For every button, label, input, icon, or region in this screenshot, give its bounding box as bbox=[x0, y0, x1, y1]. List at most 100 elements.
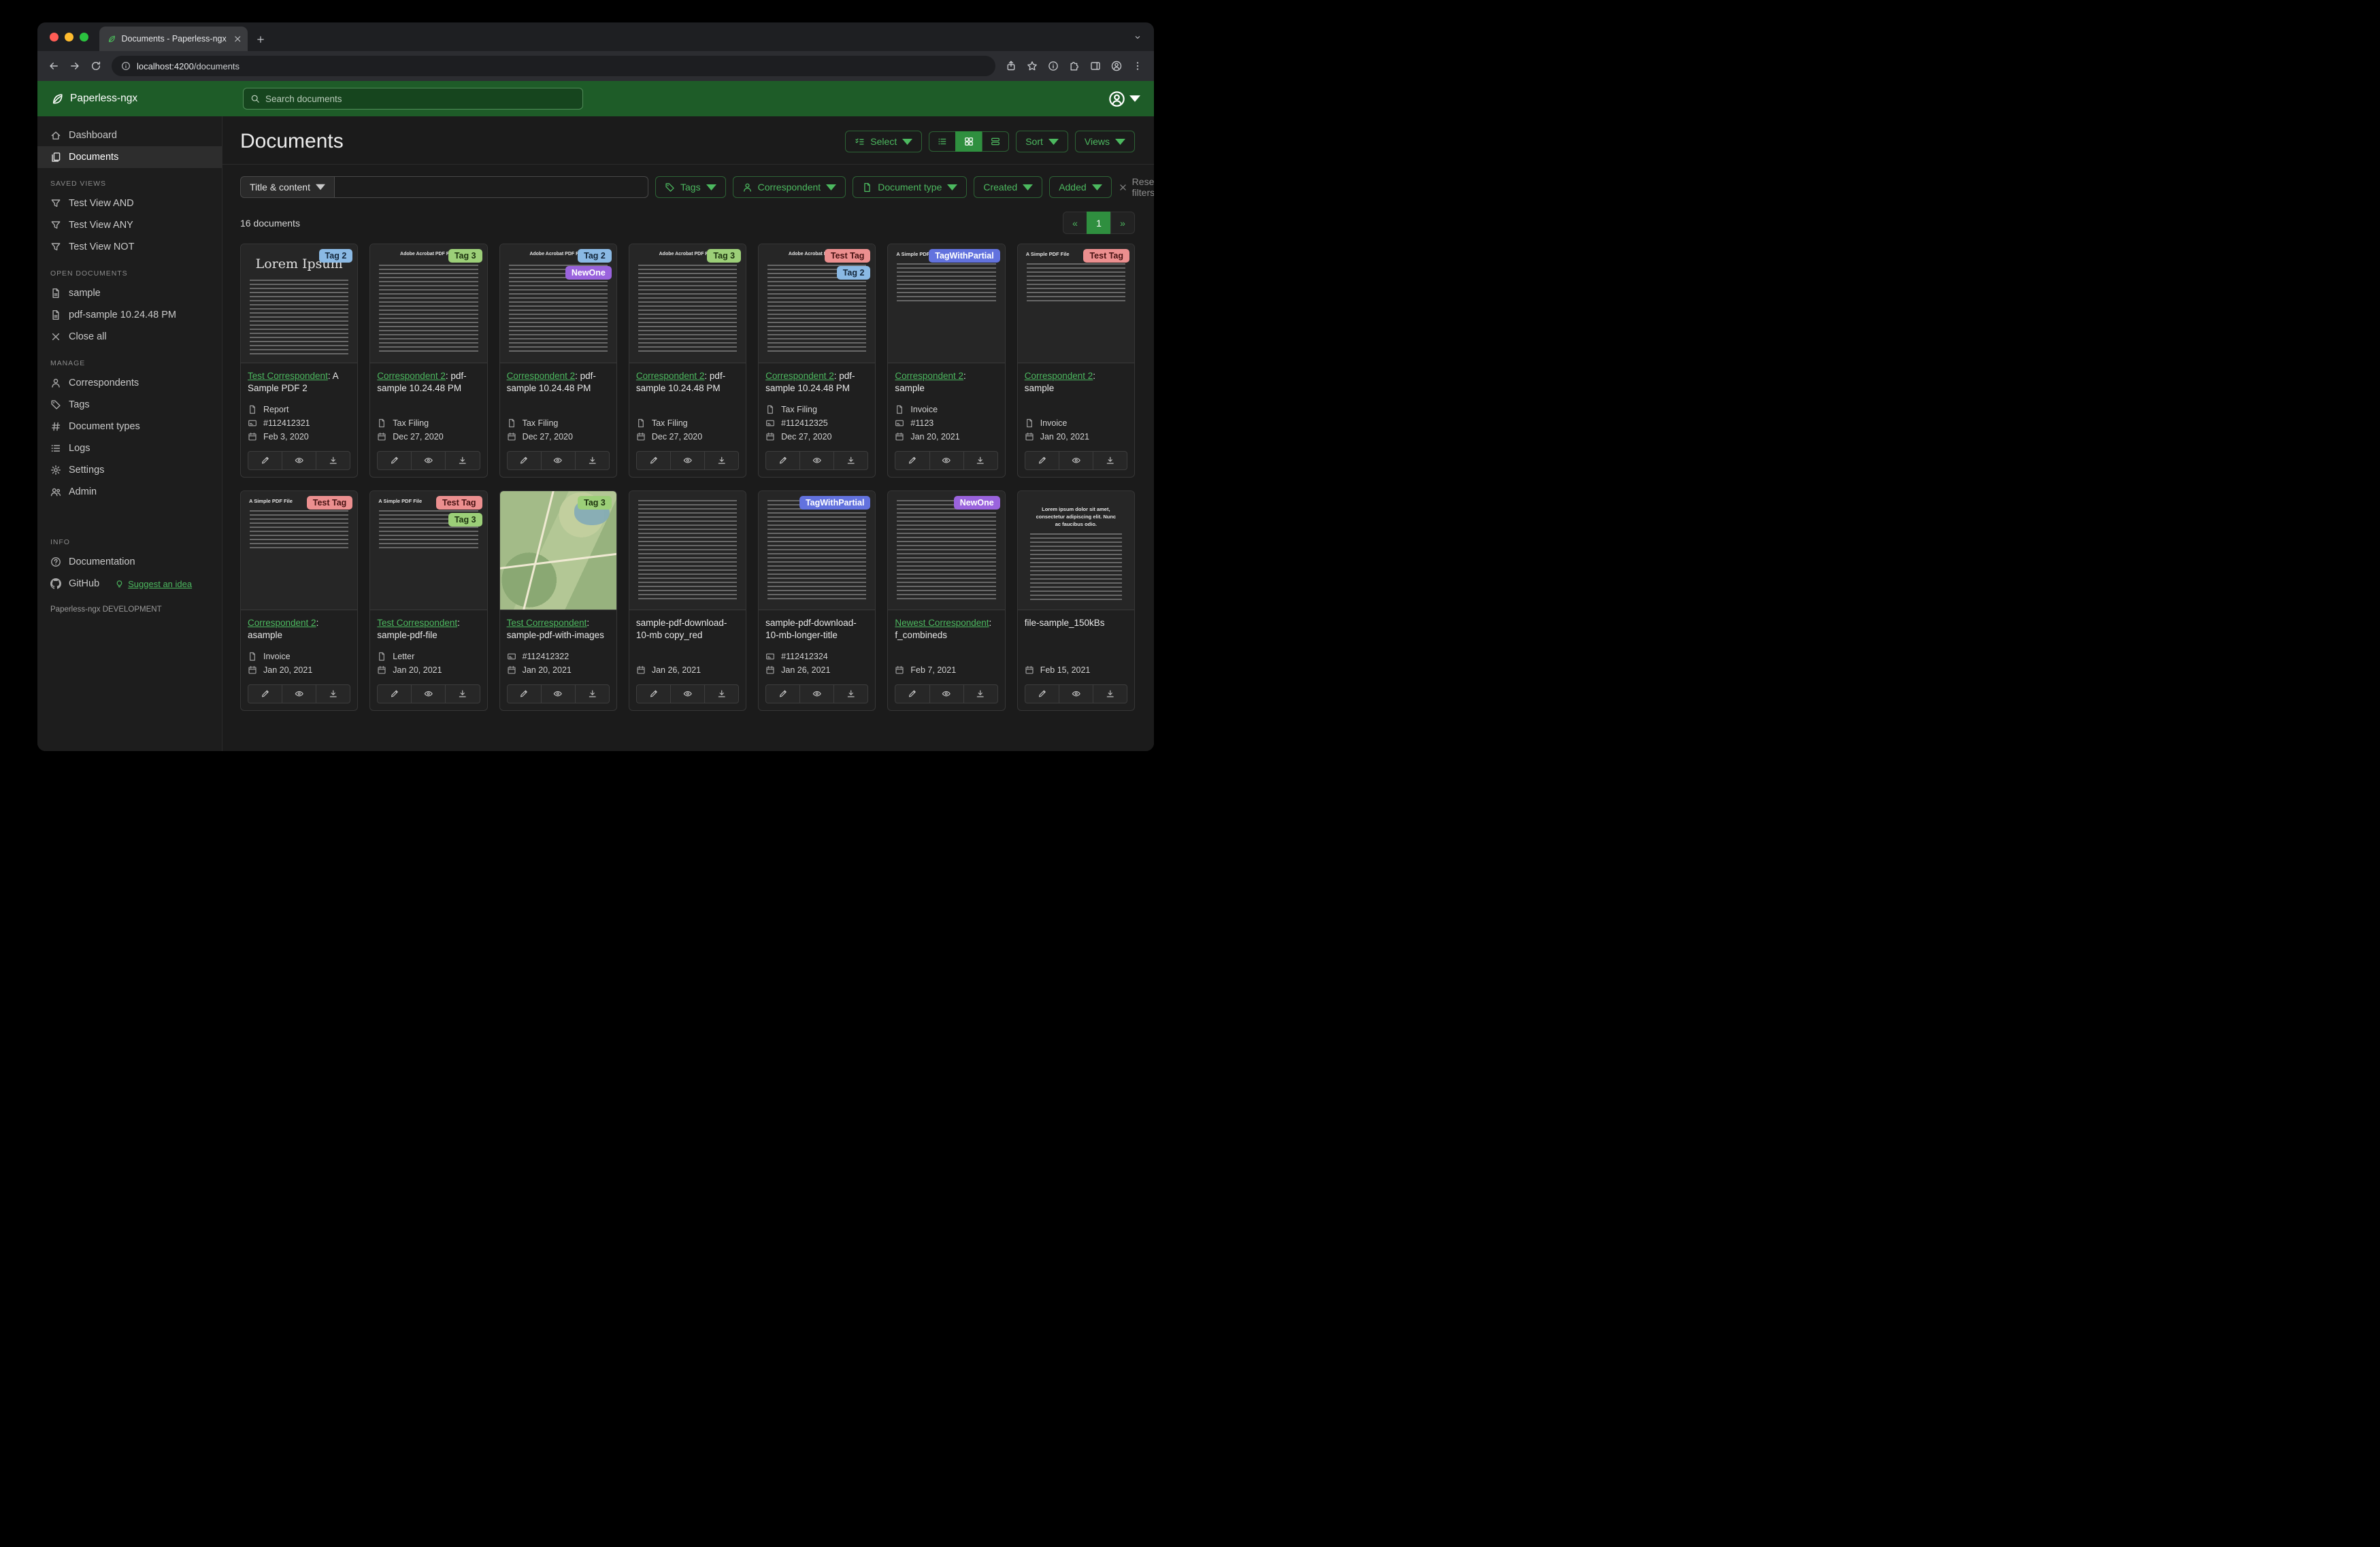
correspondent-link[interactable]: Correspondent 2 bbox=[895, 371, 963, 381]
download-button[interactable] bbox=[963, 451, 998, 470]
sidebar-item-dashboard[interactable]: Dashboard bbox=[37, 124, 222, 146]
preview-button[interactable] bbox=[929, 684, 964, 703]
filter-tags-button[interactable]: Tags bbox=[655, 176, 726, 198]
reset-filters-button[interactable]: Reset filters bbox=[1119, 176, 1154, 198]
edit-button[interactable] bbox=[765, 451, 801, 470]
preview-button[interactable] bbox=[929, 451, 964, 470]
extensions-icon[interactable] bbox=[1069, 61, 1080, 71]
edit-button[interactable] bbox=[506, 684, 542, 703]
correspondent-link[interactable]: Correspondent 2 bbox=[377, 371, 446, 381]
search-input[interactable] bbox=[265, 93, 576, 104]
view-list-button[interactable] bbox=[929, 131, 957, 152]
browser-menu-icon[interactable] bbox=[1132, 61, 1143, 71]
new-tab-button[interactable] bbox=[256, 35, 265, 44]
view-grid-button[interactable] bbox=[955, 131, 983, 152]
filter-field-selector[interactable]: Title & content bbox=[240, 176, 335, 198]
side-panel-icon[interactable] bbox=[1090, 61, 1101, 71]
pagination-page-1[interactable]: 1 bbox=[1087, 212, 1111, 234]
document-thumbnail[interactable] bbox=[629, 491, 746, 610]
tag-badge[interactable]: Tag 2 bbox=[836, 266, 871, 280]
edit-button[interactable] bbox=[635, 684, 671, 703]
tag-badge[interactable]: Test Tag bbox=[306, 496, 353, 510]
sidebar-item-pdf-sample-10-24-48-pm[interactable]: pdf-sample 10.24.48 PM bbox=[37, 304, 222, 326]
sidebar-item-test-view-any[interactable]: Test View ANY bbox=[37, 214, 222, 236]
sidebar-item-test-view-not[interactable]: Test View NOT bbox=[37, 236, 222, 258]
page-status-icon[interactable] bbox=[1048, 61, 1059, 71]
filter-query-input[interactable] bbox=[334, 176, 648, 198]
document-title[interactable]: Correspondent 2: pdf-sample 10.24.48 PM bbox=[377, 370, 480, 396]
download-button[interactable] bbox=[574, 684, 610, 703]
back-button[interactable] bbox=[48, 61, 59, 71]
document-title[interactable]: file-sample_150kBs bbox=[1025, 617, 1127, 643]
preview-button[interactable] bbox=[799, 451, 835, 470]
sidebar-item-logs[interactable]: Logs bbox=[37, 437, 222, 459]
preview-button[interactable] bbox=[670, 684, 706, 703]
sidebar-item-document-types[interactable]: Document types bbox=[37, 416, 222, 437]
preview-button[interactable] bbox=[411, 451, 446, 470]
sidebar-item-test-view-and[interactable]: Test View AND bbox=[37, 193, 222, 214]
document-title[interactable]: Correspondent 2: sample bbox=[895, 370, 997, 396]
tab-close-icon[interactable] bbox=[233, 35, 242, 44]
forward-button[interactable] bbox=[69, 61, 80, 71]
site-info-icon[interactable] bbox=[121, 61, 131, 71]
sort-button[interactable]: Sort bbox=[1016, 131, 1068, 152]
edit-button[interactable] bbox=[895, 684, 930, 703]
download-button[interactable] bbox=[704, 684, 740, 703]
download-button[interactable] bbox=[1092, 684, 1127, 703]
sidebar-item-close-all[interactable]: Close all bbox=[37, 326, 222, 348]
filter-document-type-button[interactable]: Document type bbox=[853, 176, 968, 198]
download-button[interactable] bbox=[574, 451, 610, 470]
tab-search-icon[interactable] bbox=[1134, 33, 1142, 41]
filter-created-button[interactable]: Created bbox=[974, 176, 1043, 198]
preview-button[interactable] bbox=[1058, 684, 1093, 703]
preview-button[interactable] bbox=[1058, 451, 1093, 470]
close-window-button[interactable] bbox=[50, 33, 59, 41]
edit-button[interactable] bbox=[765, 684, 801, 703]
share-icon[interactable] bbox=[1006, 61, 1017, 71]
tag-badge[interactable]: Test Tag bbox=[1083, 249, 1129, 263]
sidebar-item-correspondents[interactable]: Correspondents bbox=[37, 372, 222, 394]
views-button[interactable]: Views bbox=[1074, 131, 1135, 152]
pagination-prev[interactable]: « bbox=[1063, 212, 1087, 234]
document-title[interactable]: Correspondent 2: pdf-sample 10.24.48 PM bbox=[765, 370, 868, 396]
reload-button[interactable] bbox=[90, 61, 101, 71]
document-title[interactable]: Test Correspondent: A Sample PDF 2 bbox=[248, 370, 350, 396]
download-button[interactable] bbox=[445, 684, 480, 703]
browser-profile-icon[interactable] bbox=[1111, 61, 1122, 71]
sidebar-item-admin[interactable]: Admin bbox=[37, 481, 222, 503]
correspondent-link[interactable]: Test Correspondent bbox=[377, 618, 457, 628]
tag-badge[interactable]: Tag 2 bbox=[578, 249, 612, 263]
document-title[interactable]: Correspondent 2: sample bbox=[1025, 370, 1127, 396]
download-button[interactable] bbox=[704, 451, 740, 470]
tag-badge[interactable]: Test Tag bbox=[824, 249, 871, 263]
view-details-button[interactable] bbox=[982, 131, 1010, 152]
document-thumbnail[interactable]: Lorem ipsum dolor sit amet, consectetur … bbox=[1017, 491, 1134, 610]
sidebar-item-documents[interactable]: Documents bbox=[37, 146, 222, 168]
address-bar[interactable]: localhost:4200/documents bbox=[112, 56, 995, 76]
edit-button[interactable] bbox=[377, 684, 412, 703]
correspondent-link[interactable]: Test Correspondent bbox=[248, 371, 328, 381]
preview-button[interactable] bbox=[282, 451, 317, 470]
maximize-window-button[interactable] bbox=[80, 33, 88, 41]
edit-button[interactable] bbox=[1024, 684, 1059, 703]
tag-badge[interactable]: Tag 3 bbox=[448, 249, 482, 263]
sidebar-item-github[interactable]: GitHub Suggest an idea bbox=[37, 573, 222, 595]
correspondent-link[interactable]: Correspondent 2 bbox=[765, 371, 834, 381]
tag-badge[interactable]: Tag 3 bbox=[448, 513, 482, 527]
correspondent-link[interactable]: Correspondent 2 bbox=[1025, 371, 1093, 381]
browser-tab[interactable]: Documents - Paperless-ngx bbox=[99, 27, 248, 51]
tag-badge[interactable]: TagWithPartial bbox=[929, 249, 1000, 263]
document-title[interactable]: Correspondent 2: asample bbox=[248, 617, 350, 643]
minimize-window-button[interactable] bbox=[65, 33, 73, 41]
download-button[interactable] bbox=[316, 451, 351, 470]
edit-button[interactable] bbox=[1024, 451, 1059, 470]
filter-added-button[interactable]: Added bbox=[1049, 176, 1112, 198]
document-title[interactable]: Correspondent 2: pdf-sample 10.24.48 PM bbox=[507, 370, 610, 396]
document-title[interactable]: sample-pdf-download-10-mb-longer-title bbox=[765, 617, 868, 643]
tag-badge[interactable]: Tag 3 bbox=[578, 496, 612, 510]
document-title[interactable]: sample-pdf-download-10-mb copy_red bbox=[636, 617, 739, 643]
correspondent-link[interactable]: Newest Correspondent bbox=[895, 618, 989, 628]
filter-correspondent-button[interactable]: Correspondent bbox=[732, 176, 846, 198]
tag-badge[interactable]: TagWithPartial bbox=[799, 496, 871, 510]
download-button[interactable] bbox=[833, 451, 869, 470]
